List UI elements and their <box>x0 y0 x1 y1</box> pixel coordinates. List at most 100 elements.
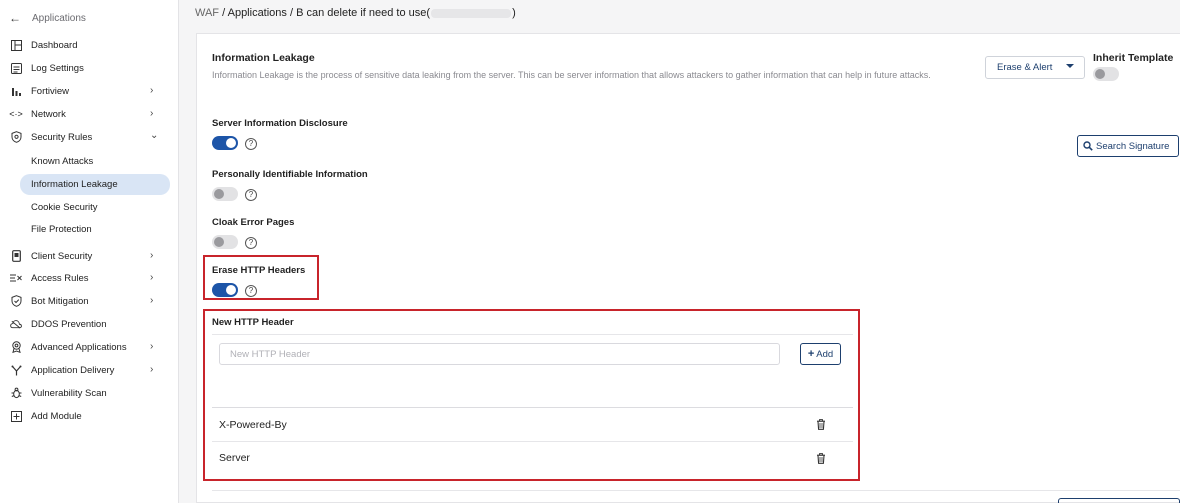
bug-icon <box>10 387 22 399</box>
action-dropdown[interactable]: Erase & Alert <box>985 56 1085 79</box>
erase-http-headers-label: Erase HTTP Headers <box>212 265 306 276</box>
sidebar-item-dashboard[interactable]: Dashboard <box>0 34 179 56</box>
toggle-knob <box>214 189 224 199</box>
breadcrumb-page-end: ) <box>512 7 516 19</box>
breadcrumb-page: B can delete if need to use( <box>296 7 431 19</box>
breadcrumb-root[interactable]: WAF <box>195 7 219 19</box>
sidebar-item-label: Vulnerability Scan <box>31 387 107 399</box>
search-signature-button[interactable]: Search Signature <box>1077 135 1179 157</box>
dashboard-icon <box>10 39 22 51</box>
sidebar-item-client-security[interactable]: Client Security › <box>0 245 179 267</box>
sidebar-item-label: Application Delivery <box>31 364 115 376</box>
header-row-name: Server <box>219 452 250 464</box>
breadcrumb-separator: / <box>222 7 226 19</box>
bot-shield-icon <box>10 295 22 307</box>
sidebar-item-label: DDOS Prevention <box>31 318 107 330</box>
sidebar-item-label: Add Module <box>31 410 82 422</box>
server-info-disclosure-label: Server Information Disclosure <box>212 118 348 129</box>
breadcrumb: WAF / Applications / B can delete if nee… <box>195 7 516 21</box>
help-icon[interactable]: ? <box>245 138 257 150</box>
page-title: Information Leakage <box>212 52 315 64</box>
sidebar-subitem-information-leakage[interactable]: Information Leakage <box>20 174 170 195</box>
sidebar-item-network[interactable]: <·> Network › <box>0 103 179 125</box>
sidebar-subitem-label: Cookie Security <box>31 202 98 213</box>
sidebar-item-label: Network <box>31 108 66 120</box>
trash-icon[interactable] <box>816 453 826 464</box>
divider <box>212 334 853 335</box>
action-dropdown-value: Erase & Alert <box>997 62 1053 73</box>
sidebar-item-label: Client Security <box>31 250 93 262</box>
back-to-applications[interactable]: ← Applications <box>9 10 86 26</box>
inherit-template-toggle[interactable] <box>1093 67 1119 81</box>
breadcrumb-section[interactable]: Applications <box>228 7 287 19</box>
sidebar-item-label: Security Rules <box>31 131 93 143</box>
sidebar-item-advanced-applications[interactable]: Advanced Applications › <box>0 336 179 358</box>
toggle-knob <box>214 237 224 247</box>
sidebar-item-label: Log Settings <box>31 62 84 74</box>
plus-square-icon <box>10 410 22 422</box>
add-header-button[interactable]: + Add <box>800 343 841 365</box>
sidebar-subitem-label: File Protection <box>31 224 92 235</box>
badge-icon <box>10 341 22 353</box>
back-label: Applications <box>32 12 86 24</box>
add-header-label: Add <box>816 348 834 360</box>
sidebar-item-access-rules[interactable]: Access Rules › <box>0 267 179 289</box>
sidebar-item-label: Fortiview <box>31 85 70 97</box>
erase-http-headers-toggle[interactable] <box>212 283 238 297</box>
sidebar-item-fortiview[interactable]: Fortiview › <box>0 80 179 102</box>
cloak-error-pages-toggle[interactable] <box>212 235 238 249</box>
toggle-knob <box>226 138 236 148</box>
page-description: Information Leakage is the process of se… <box>212 70 931 80</box>
chevron-right-icon: › <box>150 250 154 261</box>
sidebar-item-ddos-prevention[interactable]: DDOS Prevention <box>0 313 179 335</box>
new-http-header-title: New HTTP Header <box>212 317 294 328</box>
inherit-template-label: Inherit Template <box>1093 52 1174 64</box>
sidebar-item-application-delivery[interactable]: Application Delivery › <box>0 359 179 381</box>
back-arrow-icon: ← <box>9 11 21 25</box>
help-icon[interactable]: ? <box>245 189 257 201</box>
help-icon[interactable]: ? <box>245 237 257 249</box>
toggle-knob <box>226 285 236 295</box>
sidebar-item-log-settings[interactable]: Log Settings <box>0 57 179 79</box>
sidebar-item-add-module[interactable]: Add Module <box>0 405 179 427</box>
server-info-disclosure-toggle[interactable] <box>212 136 238 150</box>
chart-icon <box>10 85 22 97</box>
phone-icon <box>10 250 22 262</box>
sidebar-item-label: Dashboard <box>31 39 78 51</box>
plus-icon: + <box>807 348 815 360</box>
network-icon: <·> <box>9 109 23 119</box>
help-icon[interactable]: ? <box>245 285 257 297</box>
sidebar-item-label: Access Rules <box>31 272 89 284</box>
search-icon <box>1083 141 1093 151</box>
chevron-right-icon: › <box>150 295 154 306</box>
fork-icon <box>10 364 22 376</box>
chevron-down-icon: ⌄ <box>150 130 159 141</box>
trash-icon[interactable] <box>816 419 826 430</box>
sidebar-item-security-rules[interactable]: Security Rules ⌄ <box>0 126 179 148</box>
footer-divider <box>212 490 1180 491</box>
sidebar-item-vulnerability-scan[interactable]: Vulnerability Scan <box>0 382 179 404</box>
sidebar-subitem-cookie-security[interactable]: Cookie Security <box>20 197 170 218</box>
chevron-right-icon: › <box>150 85 154 96</box>
footer-button[interactable] <box>1058 498 1180 503</box>
sidebar-subitem-file-protection[interactable]: File Protection <box>20 219 170 240</box>
toggle-knob <box>1095 69 1105 79</box>
chevron-right-icon: › <box>150 108 154 119</box>
header-row-name: X-Powered-By <box>219 419 287 431</box>
pii-toggle[interactable] <box>212 187 238 201</box>
sidebar-subitem-label: Information Leakage <box>31 179 118 190</box>
breadcrumb-separator: / <box>290 7 294 19</box>
chevron-right-icon: › <box>150 272 154 283</box>
sidebar: ← Applications Dashboard Log Settings Fo… <box>0 0 179 503</box>
sidebar-item-label: Bot Mitigation <box>31 295 89 307</box>
chevron-right-icon: › <box>150 341 154 352</box>
cloud-icon <box>10 318 22 330</box>
caret-down-icon <box>1066 64 1074 68</box>
new-http-header-input[interactable] <box>219 343 780 365</box>
chevron-right-icon: › <box>150 364 154 375</box>
sidebar-item-label: Advanced Applications <box>31 341 127 353</box>
sidebar-subitem-label: Known Attacks <box>31 156 94 167</box>
sidebar-item-bot-mitigation[interactable]: Bot Mitigation › <box>0 290 179 312</box>
access-icon <box>10 272 22 284</box>
sidebar-subitem-known-attacks[interactable]: Known Attacks <box>20 151 170 172</box>
